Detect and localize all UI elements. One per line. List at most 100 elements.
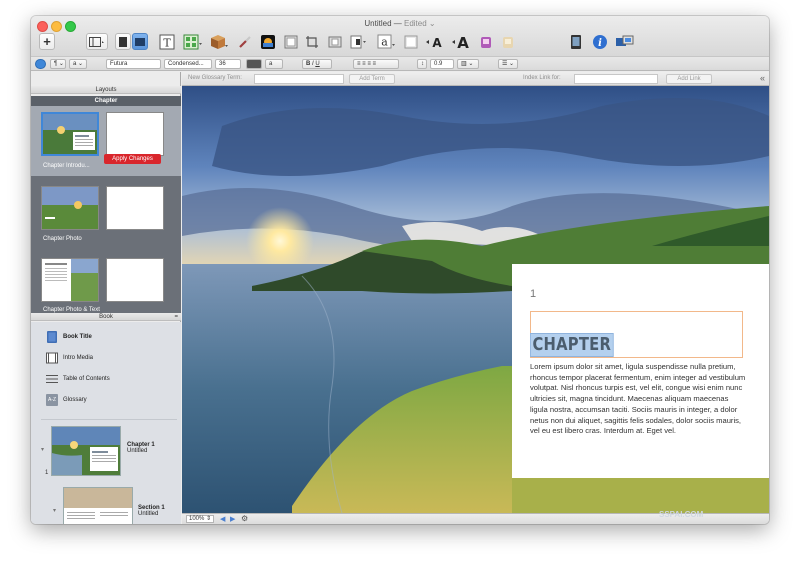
add-link-button[interactable]: Add Link: [666, 74, 712, 84]
highlight-color-popup[interactable]: a: [265, 59, 283, 69]
paragraph-style-popup[interactable]: ¶ ⌄: [50, 59, 66, 69]
view-icon: [89, 36, 104, 47]
character-style-popup[interactable]: a ⌄: [69, 59, 87, 69]
collapse-chevron-icon[interactable]: «: [760, 73, 765, 83]
font-family-value: Futura: [110, 61, 128, 67]
text-wrap-button[interactable]: a: [376, 33, 396, 50]
font-style-value: Condensed...: [168, 61, 204, 67]
add-term-button[interactable]: Add Term: [349, 74, 395, 84]
frame-icon: [284, 35, 298, 48]
body-text[interactable]: Lorem ipsum dolor sit amet, ligula suspe…: [530, 362, 748, 437]
layout-item-chapter-photo-text[interactable]: Chapter Photo & Text: [31, 246, 181, 316]
book-item-glossary[interactable]: A-Z Glossary: [46, 393, 87, 407]
preview-button[interactable]: [568, 33, 584, 50]
section-row[interactable]: ▾ Section 1 Untitled: [31, 485, 181, 524]
text-smaller-button[interactable]: A: [424, 33, 446, 50]
index-link-popup[interactable]: [574, 74, 658, 84]
orientation-landscape-button[interactable]: [132, 33, 148, 50]
inspector-button[interactable]: i: [591, 33, 609, 50]
book-item-toc[interactable]: Table of Contents: [46, 372, 110, 386]
bold-italic-underline-group[interactable]: B I U: [302, 59, 332, 69]
zoom-value: 100%: [189, 516, 205, 522]
layout-item-chapter-photo[interactable]: Chapter Photo: [31, 176, 181, 246]
glossary-icon-text: A-Z: [47, 397, 57, 403]
font-size-field[interactable]: 36: [215, 59, 241, 69]
view-button[interactable]: [86, 33, 108, 50]
watermark: SSPAI.COM: [659, 510, 704, 519]
frame-button[interactable]: [283, 33, 299, 50]
shapes-icon: [183, 34, 202, 49]
mask-icon: [328, 36, 342, 47]
next-page-icon[interactable]: ▶: [230, 515, 235, 523]
layout-label: Chapter Photo: [43, 236, 82, 242]
orientation-portrait-button[interactable]: [115, 33, 131, 50]
previous-page-icon[interactable]: ◀: [220, 515, 225, 523]
page-number: 1: [530, 288, 537, 300]
portrait-page-icon: [119, 36, 127, 47]
svg-text:T: T: [163, 36, 171, 49]
book-icon: [46, 331, 58, 343]
brush-button[interactable]: [237, 33, 253, 50]
new-glossary-term-input[interactable]: [254, 74, 344, 84]
index-link-label: Index Link for:: [523, 75, 561, 81]
text-color-well[interactable]: [246, 59, 262, 69]
text-box-icon: T: [159, 34, 175, 49]
book-header-label: Book: [99, 314, 113, 320]
text-bigger-button[interactable]: A: [450, 33, 472, 50]
title-bar: Untitled — Edited ⌄ + T a A A i: [31, 16, 769, 56]
styles-drawer-button[interactable]: [35, 59, 46, 69]
layout-item-chapter-intro[interactable]: Chapter Introdu... Apply Changes: [31, 106, 181, 176]
brush-icon: [239, 35, 251, 48]
layout-facing-page-thumbnail: [106, 258, 164, 302]
app-window: Untitled — Edited ⌄ + T a A A i ¶ ⌄ a ⌄ …: [31, 16, 769, 524]
landscape-page-icon: [135, 37, 145, 46]
sidebar: Layouts Chapter Chapter Introdu... Apply…: [31, 72, 181, 524]
widget-inactive-button[interactable]: [501, 33, 515, 50]
layout-preview-image: [42, 259, 98, 301]
book-divider: [41, 419, 177, 420]
text-bigger-icon: A: [452, 34, 469, 50]
edited-label[interactable]: Edited: [404, 19, 427, 28]
new-glossary-term-label: New Glossary Term:: [188, 75, 242, 81]
columns-icon: ▥ ⌄: [461, 61, 474, 67]
zoom-popup[interactable]: 100% ⇕: [186, 515, 215, 523]
line-spacing-field[interactable]: 0.9: [430, 59, 454, 69]
layout-thumbnail: [41, 186, 99, 230]
list-style-popup[interactable]: ☰ ⌄: [498, 59, 518, 69]
layout-facing-page-thumbnail: [106, 112, 164, 156]
stepper-icon: ⇕: [206, 516, 212, 522]
book-item-title[interactable]: Book Title: [46, 330, 92, 344]
shapes-button[interactable]: [182, 33, 204, 50]
line-spacing-icon-button[interactable]: ↕: [417, 59, 427, 69]
crop-button[interactable]: [304, 33, 320, 50]
resize-handle-icon[interactable]: =: [174, 313, 178, 321]
media-browser-button[interactable]: [259, 33, 277, 50]
align-justify-icon: ≡ ≡ ≡ ≡: [357, 61, 377, 67]
widget-color-button[interactable]: [479, 33, 493, 50]
chapter-text-box[interactable]: 1 CHAPTER Lorem ipsum dolor sit amet, li…: [512, 264, 769, 478]
text-box-button[interactable]: T: [158, 33, 176, 50]
book-item-intro-media[interactable]: Intro Media: [46, 351, 93, 365]
chapter-title-text[interactable]: CHAPTER: [530, 333, 614, 357]
disclosure-triangle-icon[interactable]: ▾: [53, 507, 56, 514]
chapter-row[interactable]: ▾ 1 Chapter 1 Untitled: [31, 426, 181, 486]
book-header: Book =: [31, 313, 181, 321]
book-item-label: Book Title: [63, 334, 92, 340]
add-pages-button[interactable]: +: [39, 33, 55, 50]
apply-changes-button[interactable]: Apply Changes: [104, 154, 161, 164]
font-style-popup[interactable]: Condensed...: [164, 59, 212, 69]
comment-button[interactable]: [403, 33, 419, 50]
widgets-button[interactable]: [208, 33, 230, 50]
font-family-popup[interactable]: Futura: [106, 59, 161, 69]
mask-button[interactable]: [327, 33, 343, 50]
share-button[interactable]: [614, 33, 636, 50]
alignment-group[interactable]: ≡ ≡ ≡ ≡: [353, 59, 399, 69]
gear-icon[interactable]: ⚙: [241, 514, 248, 523]
film-icon: [46, 352, 58, 364]
chapter-preview-image: [52, 427, 120, 475]
arrange-button[interactable]: [349, 33, 369, 50]
chapter-thumbnail: [51, 426, 121, 476]
disclosure-triangle-icon[interactable]: ▾: [41, 446, 44, 453]
columns-popup[interactable]: ▥ ⌄: [457, 59, 479, 69]
page-canvas[interactable]: 1 CHAPTER Lorem ipsum dolor sit amet, li…: [182, 86, 769, 513]
